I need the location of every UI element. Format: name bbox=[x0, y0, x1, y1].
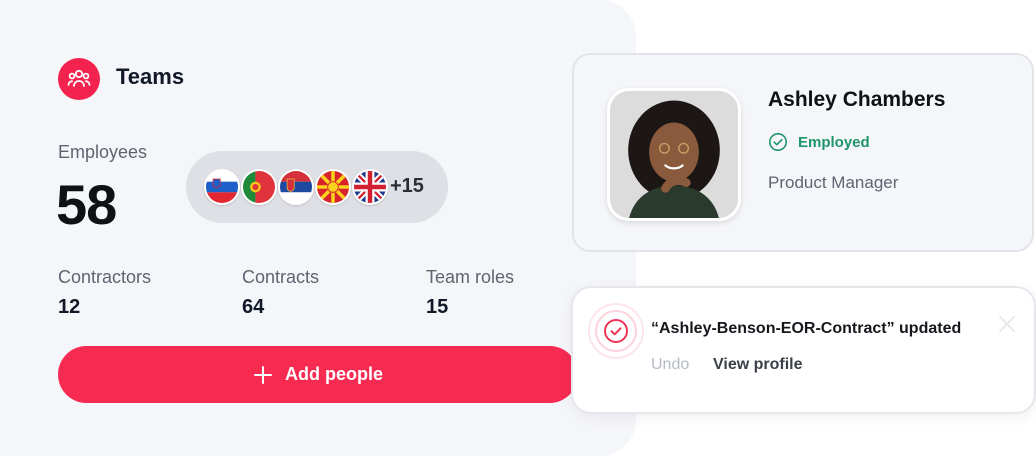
contracts-value: 64 bbox=[242, 296, 265, 318]
undo-link[interactable]: Undo bbox=[651, 356, 689, 374]
country-flags-pill[interactable]: +15 bbox=[186, 151, 448, 223]
employment-status: Employed bbox=[768, 132, 870, 152]
contracts-label: Contracts bbox=[242, 267, 320, 287]
close-icon[interactable] bbox=[998, 315, 1016, 333]
slovenia-flag-icon bbox=[204, 169, 240, 205]
toast-message: “Ashley-Benson-EOR-Contract” updated bbox=[651, 320, 962, 337]
uk-flag-icon bbox=[352, 169, 388, 205]
more-countries-count: +15 bbox=[390, 175, 424, 197]
contractors-value: 12 bbox=[58, 296, 81, 318]
check-circle-icon bbox=[768, 132, 788, 152]
avatar bbox=[607, 88, 741, 221]
teams-card: Teams Employees 58 +15 Contractors 12 Co… bbox=[0, 0, 636, 456]
status-badge: Employed bbox=[798, 133, 870, 151]
macedonia-flag-icon bbox=[315, 169, 351, 205]
employee-role: Product Manager bbox=[768, 173, 899, 192]
add-people-label: Add people bbox=[285, 364, 383, 384]
employee-profile-card[interactable]: Ashley Chambers Employed Product Manager bbox=[572, 53, 1034, 252]
team-roles-label: Team roles bbox=[426, 267, 515, 287]
success-check-icon bbox=[587, 302, 645, 360]
contractors-label: Contractors bbox=[58, 267, 152, 287]
employee-name: Ashley Chambers bbox=[768, 88, 946, 111]
team-people-icon bbox=[58, 58, 100, 100]
employees-label: Employees bbox=[58, 142, 148, 162]
team-roles-value: 15 bbox=[426, 296, 449, 318]
portugal-flag-icon bbox=[241, 169, 277, 205]
teams-title: Teams bbox=[116, 64, 185, 89]
contract-updated-toast: “Ashley-Benson-EOR-Contract” updated Und… bbox=[571, 286, 1036, 414]
add-people-button[interactable]: Add people bbox=[58, 346, 578, 403]
serbia-flag-icon bbox=[278, 169, 314, 205]
view-profile-link[interactable]: View profile bbox=[713, 356, 803, 374]
employees-count: 58 bbox=[56, 173, 117, 236]
plus-icon bbox=[253, 365, 273, 385]
